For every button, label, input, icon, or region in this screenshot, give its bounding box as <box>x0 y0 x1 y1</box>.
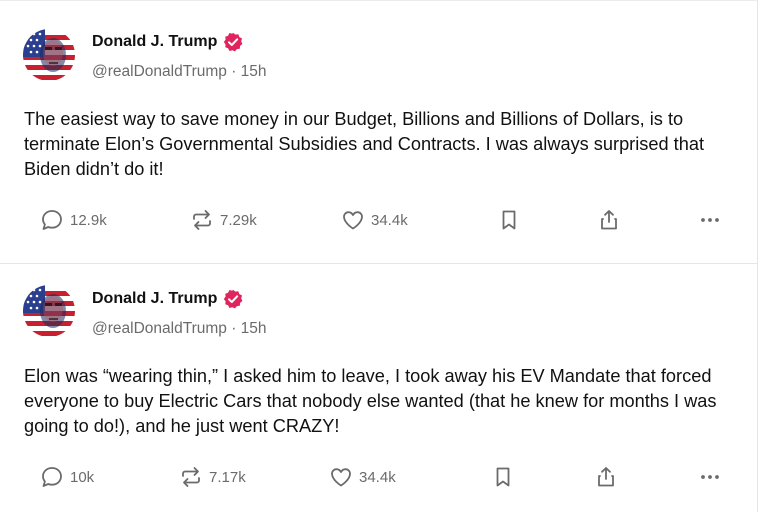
verified-badge-icon <box>223 32 243 52</box>
reply-button[interactable]: 12.9k <box>40 205 107 235</box>
avatar[interactable] <box>23 285 75 337</box>
like-count: 34.4k <box>371 211 408 229</box>
share-icon <box>597 208 621 232</box>
avatar-image <box>23 285 75 337</box>
more-button[interactable] <box>698 462 722 492</box>
verified-badge-icon <box>223 289 243 309</box>
bookmark-button[interactable] <box>497 205 521 235</box>
like-icon <box>329 465 353 489</box>
share-icon <box>594 465 618 489</box>
author-row: Donald J. Trump <box>92 289 243 309</box>
reply-count: 10k <box>70 468 95 486</box>
share-button[interactable] <box>597 205 621 235</box>
repost-icon <box>179 465 203 489</box>
repost-button[interactable]: 7.17k <box>179 462 246 492</box>
avatar[interactable] <box>23 29 75 81</box>
author-handle[interactable]: @realDonaldTrump <box>92 320 227 337</box>
repost-count: 7.29k <box>220 211 257 229</box>
author-meta: @realDonaldTrump · 15h <box>92 320 267 338</box>
post-card[interactable]: Donald J. Trump @realDonaldTrump · 15h E… <box>0 263 758 513</box>
more-icon <box>698 208 722 232</box>
author-row: Donald J. Trump <box>92 32 243 52</box>
like-icon <box>341 208 365 232</box>
reply-icon <box>40 208 64 232</box>
repost-count: 7.17k <box>209 468 246 486</box>
more-button[interactable] <box>698 205 722 235</box>
like-count: 34.4k <box>359 468 396 486</box>
like-button[interactable]: 34.4k <box>341 205 408 235</box>
reply-icon <box>40 465 64 489</box>
avatar-image <box>23 29 75 81</box>
post-text: Elon was “wearing thin,” I asked him to … <box>24 366 717 436</box>
more-icon <box>698 465 722 489</box>
repost-icon <box>190 208 214 232</box>
post-text: The easiest way to save money in our Bud… <box>24 109 704 179</box>
feed: Donald J. Trump @realDonaldTrump · 15h T… <box>0 0 758 512</box>
like-button[interactable]: 34.4k <box>329 462 396 492</box>
post-time[interactable]: · 15h <box>231 63 266 80</box>
author-name[interactable]: Donald J. Trump <box>92 33 217 51</box>
author-name[interactable]: Donald J. Trump <box>92 290 217 308</box>
post-actions: 12.9k 7.29k 34.4k <box>0 205 758 235</box>
reply-button[interactable]: 10k <box>40 462 94 492</box>
reply-count: 12.9k <box>70 211 107 229</box>
bookmark-icon <box>491 465 515 489</box>
author-handle[interactable]: @realDonaldTrump <box>92 63 227 80</box>
post-card[interactable]: Donald J. Trump @realDonaldTrump · 15h T… <box>0 1 758 264</box>
post-actions: 10k 7.17k 34.4k <box>0 462 758 492</box>
post-time[interactable]: · 15h <box>231 320 266 337</box>
bookmark-button[interactable] <box>491 462 515 492</box>
repost-button[interactable]: 7.29k <box>190 205 257 235</box>
share-button[interactable] <box>594 462 618 492</box>
author-meta: @realDonaldTrump · 15h <box>92 63 267 81</box>
bookmark-icon <box>497 208 521 232</box>
